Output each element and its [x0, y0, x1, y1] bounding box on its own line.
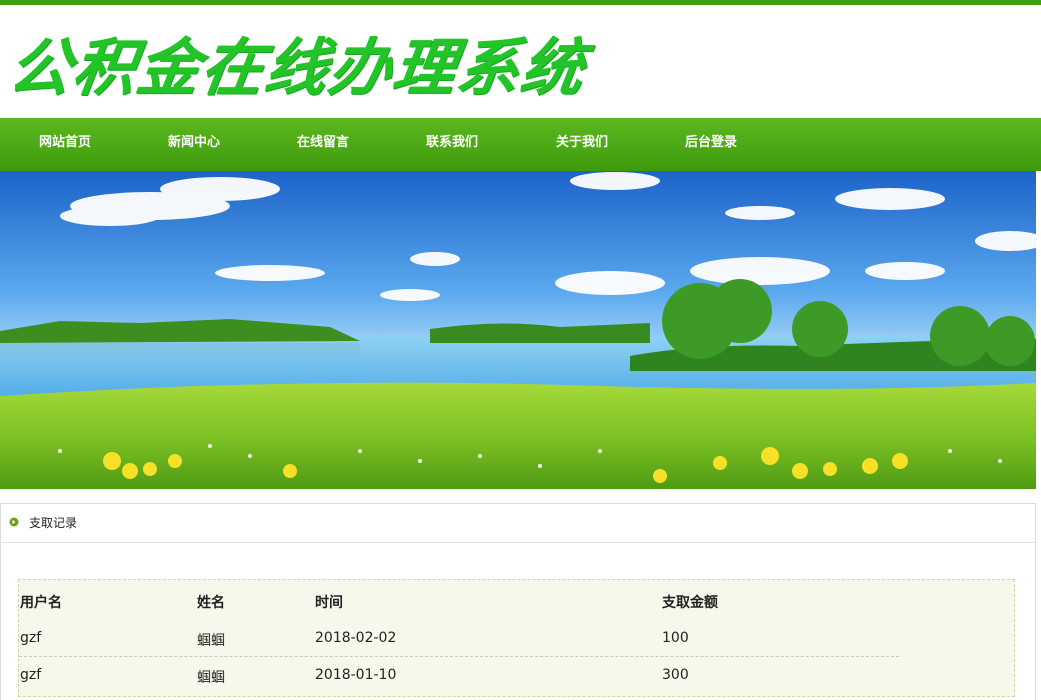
- cell-amount: 100: [662, 630, 689, 646]
- nav-item-message[interactable]: 在线留言: [297, 118, 349, 171]
- cell-name: 蝈蝈: [197, 670, 225, 686]
- banner-image: [0, 171, 1036, 489]
- cell-username: gzf: [20, 667, 42, 683]
- cell-time: 2018-02-02: [315, 630, 397, 646]
- column-header-amount: 支取金额: [662, 595, 718, 611]
- nav-item-about[interactable]: 关于我们: [556, 118, 608, 171]
- site-logo[interactable]: 公积金在线办理系统: [4, 17, 593, 107]
- nav-item-home[interactable]: 网站首页: [39, 118, 91, 171]
- cell-amount: 300: [662, 667, 689, 683]
- cell-username: gzf: [20, 630, 42, 646]
- cell-name: 蝈蝈: [197, 633, 225, 649]
- site-header: 公积金在线办理系统: [0, 5, 1041, 118]
- column-header-username: 用户名: [20, 595, 62, 611]
- circle-bullet-icon: [9, 517, 19, 527]
- column-header-name: 姓名: [197, 595, 225, 611]
- records-table: 用户名 姓名 时间 支取金额 gzf 蝈蝈 2018-02-02 100 gzf…: [18, 579, 1015, 697]
- row-divider: [19, 656, 899, 657]
- withdrawal-records-panel: 支取记录 用户名 姓名 时间 支取金额 gzf 蝈蝈 2018-02-02 10…: [0, 503, 1036, 700]
- main-nav: 网站首页 新闻中心 在线留言 联系我们 关于我们 后台登录: [0, 118, 1041, 171]
- nav-item-news[interactable]: 新闻中心: [168, 118, 220, 171]
- panel-title: 支取记录: [29, 516, 78, 530]
- column-header-time: 时间: [315, 595, 343, 611]
- nav-item-admin-login[interactable]: 后台登录: [685, 118, 737, 171]
- cell-time: 2018-01-10: [315, 667, 397, 683]
- landscape-illustration: [0, 171, 1036, 489]
- panel-header: 支取记录: [1, 504, 1035, 543]
- nav-item-contact[interactable]: 联系我们: [426, 118, 478, 171]
